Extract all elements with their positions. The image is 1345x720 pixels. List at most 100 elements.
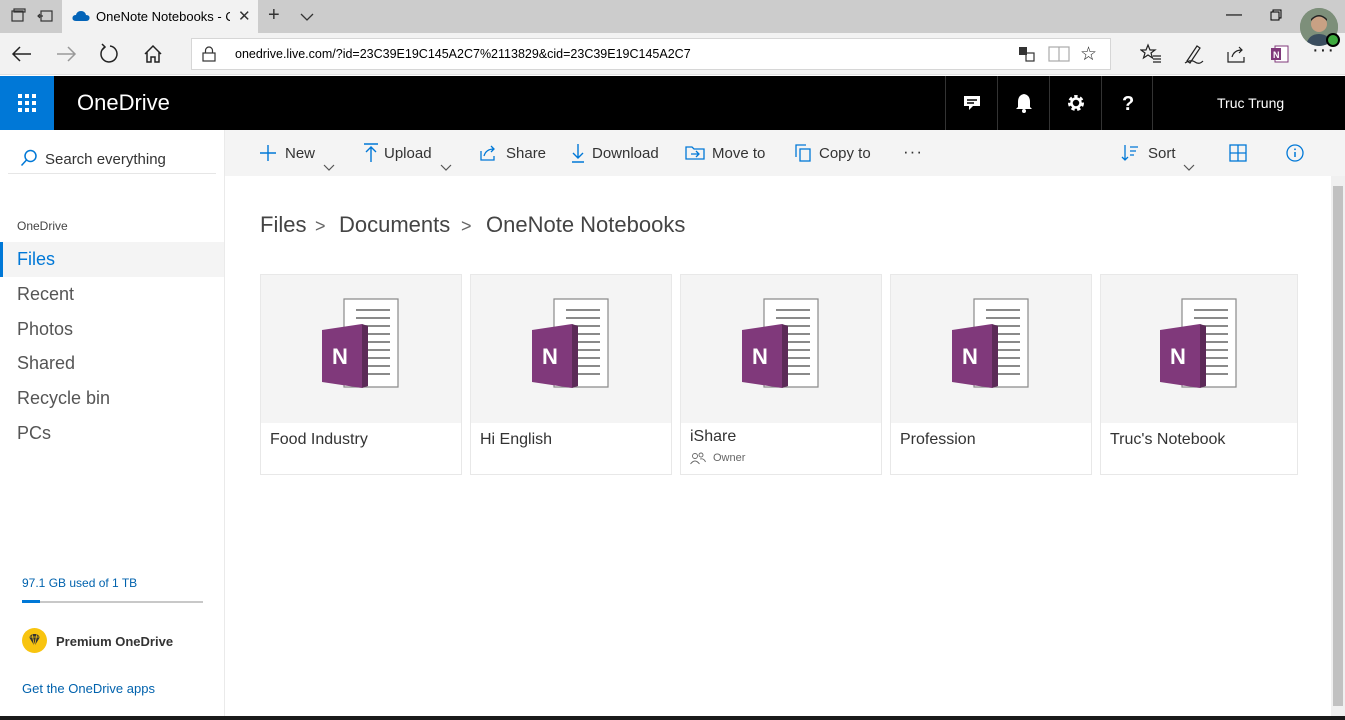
new-tab-icon[interactable]: + — [268, 4, 280, 27]
notebook-tile[interactable]: iShare Owner — [680, 274, 882, 475]
notebook-thumbnail — [471, 275, 671, 423]
copy-icon — [795, 144, 811, 162]
upload-label: Upload — [384, 145, 432, 162]
taskbar-edge — [0, 716, 1345, 720]
search-icon — [20, 149, 37, 167]
search-input[interactable]: Search everything — [8, 138, 216, 174]
back-icon[interactable] — [10, 42, 34, 66]
sidebar-item-pcs[interactable]: PCs — [0, 416, 224, 451]
tab-close-icon[interactable]: ✕ — [238, 7, 251, 25]
gear-icon — [1068, 95, 1084, 111]
onenote-notebook-icon — [532, 298, 609, 388]
onedrive-header: OneDrive ? Truc Trung — [0, 76, 1345, 130]
translate-icon[interactable] — [1018, 45, 1036, 68]
pen-icon[interactable] — [1183, 43, 1205, 70]
set-aside-tabs-icon[interactable] — [10, 8, 26, 24]
restore-icon[interactable] — [1270, 8, 1282, 26]
notebook-thumbnail — [891, 275, 1091, 423]
user-name[interactable]: Truc Trung — [1217, 95, 1284, 111]
breadcrumb-separator: > — [461, 216, 472, 236]
feedback-button[interactable] — [945, 76, 997, 130]
more-commands-button[interactable]: ··· — [903, 130, 929, 176]
notebook-name: Food Industry — [270, 431, 368, 448]
notebook-tile[interactable]: Profession — [890, 274, 1092, 475]
download-icon — [572, 144, 584, 163]
vertical-scrollbar[interactable] — [1331, 176, 1345, 720]
onenote-notebook-icon — [742, 298, 819, 388]
new-button[interactable]: New — [259, 130, 339, 176]
sidebar-item-recent[interactable]: Recent — [0, 277, 224, 312]
brand-name[interactable]: OneDrive — [77, 90, 170, 116]
sidebar-item-label: Recycle bin — [17, 388, 111, 408]
share-icon — [480, 145, 495, 161]
favorite-star-icon[interactable]: ☆ — [1080, 43, 1097, 66]
share-icon[interactable] — [1225, 43, 1247, 70]
sort-icon — [1121, 145, 1138, 161]
browser-tab[interactable]: OneNote Notebooks - OneDrive ✕ — [62, 0, 258, 33]
presence-badge — [1326, 33, 1340, 47]
breadcrumb-documents[interactable]: Documents — [339, 212, 450, 238]
notebook-owner: Owner — [690, 452, 745, 468]
feedback-icon — [964, 96, 980, 110]
onenote-notebook-icon — [322, 298, 399, 388]
upload-icon — [364, 143, 378, 162]
people-icon — [690, 452, 706, 465]
copy-to-button[interactable]: Copy to — [795, 130, 875, 176]
app-launcher-icon[interactable] — [0, 76, 54, 130]
move-to-label: Move to — [712, 145, 766, 162]
chevron-down-icon[interactable] — [300, 9, 314, 27]
details-pane-button[interactable] — [1286, 130, 1306, 176]
sidebar-item-recycle-bin[interactable]: Recycle bin — [0, 381, 224, 416]
sidebar-item-files[interactable]: Files — [0, 242, 224, 277]
bell-icon — [1016, 94, 1032, 113]
sidebar-item-label: Shared — [17, 353, 76, 373]
sort-button[interactable]: Sort — [1121, 130, 1201, 176]
scrollbar-thumb[interactable] — [1333, 186, 1343, 706]
notebook-thumbnail — [261, 275, 461, 423]
diamond-icon — [22, 628, 47, 653]
forward-icon[interactable] — [54, 42, 78, 66]
reading-view-icon[interactable] — [1048, 45, 1070, 68]
notebook-tile[interactable]: Hi English — [470, 274, 672, 475]
get-apps-link[interactable]: Get the OneDrive apps — [22, 681, 155, 696]
share-button[interactable]: Share — [479, 130, 549, 176]
breadcrumb-files[interactable]: Files — [260, 212, 306, 238]
move-to-icon — [685, 146, 705, 160]
sidebar-item-label: Photos — [17, 319, 74, 339]
onenote-notebook-icon — [1160, 298, 1237, 388]
favorites-hub-icon[interactable] — [1139, 43, 1162, 70]
command-bar: New Upload Share Download Move to Copy t… — [225, 130, 1345, 176]
move-to-button[interactable]: Move to — [685, 130, 770, 176]
view-switcher-button[interactable] — [1229, 130, 1249, 176]
svg-text:?: ? — [1122, 93, 1134, 114]
tab-preview-icon[interactable] — [37, 8, 53, 24]
home-icon[interactable] — [141, 42, 165, 66]
breadcrumb-separator: > — [315, 216, 326, 236]
lock-icon[interactable] — [202, 46, 216, 67]
notebook-tile[interactable]: Truc's Notebook — [1100, 274, 1298, 475]
storage-quota-text[interactable]: 97.1 GB used of 1 TB — [22, 576, 137, 590]
sidebar-item-label: Files — [17, 249, 56, 269]
breadcrumb-current: OneNote Notebooks — [486, 212, 686, 237]
sidebar-item-label: PCs — [17, 423, 52, 443]
onenote-extension-icon[interactable]: N — [1269, 43, 1291, 70]
onedrive-cloud-icon — [72, 9, 90, 28]
sidebar-item-photos[interactable]: Photos — [0, 312, 224, 347]
notebook-tile[interactable]: Food Industry — [260, 274, 462, 475]
premium-onedrive-link[interactable]: Premium OneDrive — [56, 634, 173, 649]
more-icon: ··· — [903, 142, 923, 161]
notifications-button[interactable] — [997, 76, 1049, 130]
notebook-name: Hi English — [480, 431, 553, 448]
upload-button[interactable]: Upload — [363, 130, 458, 176]
share-label: Share — [506, 145, 547, 162]
storage-quota-fill — [22, 600, 40, 603]
help-button[interactable]: ? — [1101, 76, 1153, 130]
refresh-icon[interactable] — [97, 42, 121, 66]
minimize-icon[interactable]: — — [1226, 6, 1242, 24]
help-icon: ? — [1122, 93, 1134, 114]
settings-button[interactable] — [1049, 76, 1101, 130]
address-bar[interactable]: onedrive.live.com/?id=23C39E19C145A2C7%2… — [191, 38, 1111, 70]
download-button[interactable]: Download — [571, 130, 663, 176]
url-text[interactable]: onedrive.live.com/?id=23C39E19C145A2C7%2… — [235, 47, 691, 61]
sidebar-item-shared[interactable]: Shared — [0, 346, 224, 381]
